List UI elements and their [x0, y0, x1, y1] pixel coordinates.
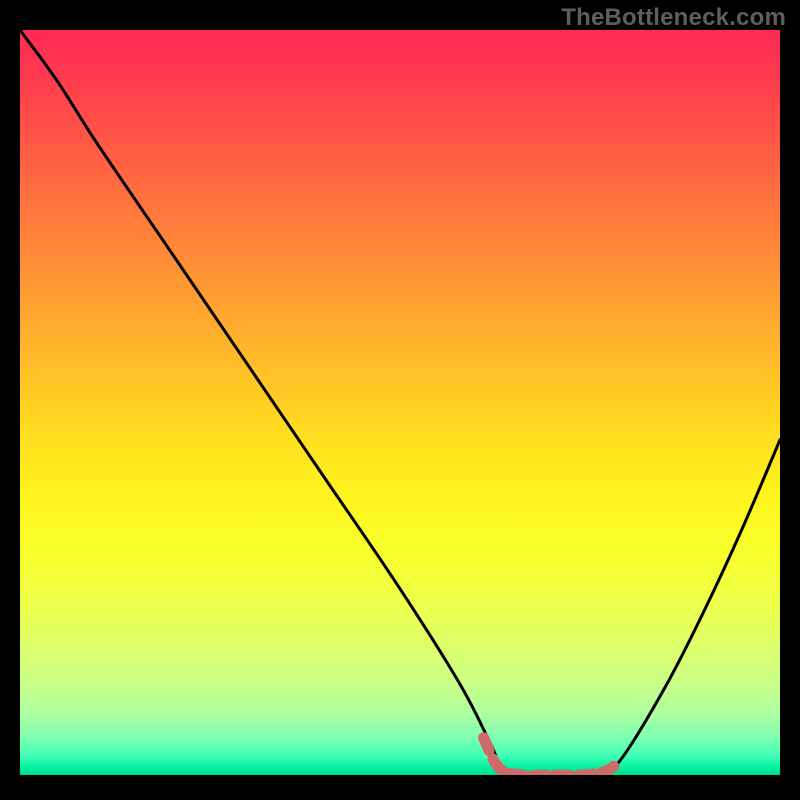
plot-area	[20, 30, 780, 775]
chart-frame: TheBottleneck.com	[0, 0, 800, 800]
watermark-text: TheBottleneck.com	[561, 4, 786, 32]
bottleneck-curve	[20, 30, 780, 775]
chart-svg	[20, 30, 780, 775]
valley-highlight	[484, 738, 617, 775]
